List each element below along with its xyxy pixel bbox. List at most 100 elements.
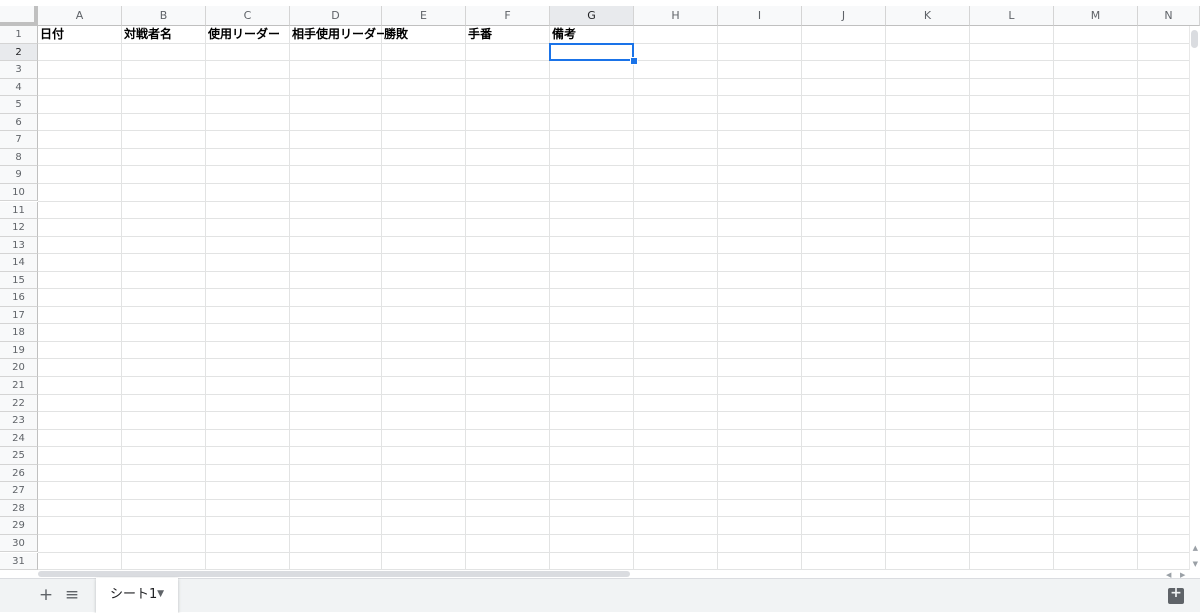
grid-row-line — [38, 446, 1190, 448]
cell-grid[interactable]: 日付 対戦者名 使用リーダー 相手使用リーダー 勝敗 手番 備考 — [38, 26, 1190, 570]
grid-column-line — [885, 26, 886, 570]
grid-row-line — [38, 130, 1190, 132]
column-header-k[interactable]: K — [886, 6, 970, 26]
row-header-1[interactable]: 1 — [0, 26, 38, 44]
row-header-4[interactable]: 4 — [0, 78, 38, 97]
grid-row-line — [38, 393, 1190, 395]
grid-row-line — [38, 533, 1190, 535]
cell-a1[interactable]: 日付 — [38, 26, 121, 44]
row-header-8[interactable]: 8 — [0, 148, 38, 167]
row-header-14[interactable]: 14 — [0, 254, 38, 272]
cell-e1[interactable]: 勝敗 — [382, 26, 465, 44]
grid-row-line — [38, 376, 1190, 377]
row-header-26[interactable]: 26 — [0, 464, 38, 483]
vertical-scroll-thumb[interactable] — [1191, 30, 1198, 48]
sheet-tab-caret-icon[interactable]: ▼ — [157, 578, 164, 611]
grid-row-line — [38, 481, 1190, 483]
column-header-n[interactable]: N — [1138, 6, 1200, 26]
grid-row-line — [38, 77, 1190, 79]
grid-column-line — [465, 26, 466, 570]
grid-row-line — [38, 95, 1190, 97]
column-header-j[interactable]: J — [802, 6, 886, 26]
cell-g1[interactable]: 備考 — [550, 26, 633, 44]
row-header-30[interactable]: 30 — [0, 534, 38, 553]
grid-column-line — [717, 26, 718, 570]
sheet-tab-1[interactable]: シート1 ▼ — [96, 578, 178, 613]
row-header-16[interactable]: 16 — [0, 289, 38, 307]
row-header-28[interactable]: 28 — [0, 499, 38, 518]
grid-row-line — [38, 358, 1190, 360]
grid-row-line — [38, 235, 1190, 237]
grid-column-line — [289, 26, 290, 570]
cell-f1[interactable]: 手番 — [466, 26, 549, 44]
grid-row-line — [38, 428, 1190, 430]
grid-row-line — [38, 463, 1190, 465]
grid-column-line — [121, 26, 122, 570]
grid-row-line — [38, 340, 1190, 342]
row-header-5[interactable]: 5 — [0, 96, 38, 114]
row-header-31[interactable]: 31 — [0, 552, 38, 571]
grid-row-line — [38, 182, 1190, 184]
column-header-f[interactable]: F — [466, 6, 550, 26]
grid-column-line — [381, 26, 382, 570]
row-header-9[interactable]: 9 — [0, 166, 38, 184]
vertical-scrollbar[interactable] — [1189, 26, 1200, 570]
scroll-up-arrow-icon[interactable]: ▲ — [1193, 544, 1198, 552]
row-header-7[interactable]: 7 — [0, 131, 38, 149]
row-header-17[interactable]: 17 — [0, 306, 38, 325]
row-header-3[interactable]: 3 — [0, 61, 38, 79]
fill-handle[interactable] — [630, 57, 638, 66]
all-sheets-list-icon[interactable]: ≡ — [61, 579, 83, 613]
row-header-21[interactable]: 21 — [0, 377, 38, 395]
column-header-l[interactable]: L — [970, 6, 1054, 26]
cell-b1[interactable]: 対戦者名 — [122, 26, 205, 44]
grid-row-line — [38, 270, 1190, 272]
grid-row-line — [38, 200, 1190, 202]
row-header-20[interactable]: 20 — [0, 359, 38, 377]
grid-row-line — [38, 112, 1190, 114]
grid-row-line — [38, 498, 1190, 500]
row-header-24[interactable]: 24 — [0, 429, 38, 448]
explore-icon[interactable] — [1168, 585, 1184, 604]
row-header-10[interactable]: 10 — [0, 183, 38, 202]
column-header-e[interactable]: E — [382, 6, 466, 26]
grid-row-line — [38, 323, 1190, 325]
sheet-tab-label: シート1 — [110, 587, 158, 602]
row-header-15[interactable]: 15 — [0, 271, 38, 290]
add-sheet-icon[interactable]: + — [35, 579, 57, 613]
grid-column-line — [1053, 26, 1054, 570]
cell-c1[interactable]: 使用リーダー — [206, 26, 289, 44]
grid-row-line — [38, 411, 1190, 413]
column-header-d[interactable]: D — [290, 6, 382, 26]
row-header-12[interactable]: 12 — [0, 219, 38, 237]
row-header-22[interactable]: 22 — [0, 394, 38, 413]
column-header-c[interactable]: C — [206, 6, 290, 26]
row-header-19[interactable]: 19 — [0, 341, 38, 360]
row-header-25[interactable]: 25 — [0, 447, 38, 465]
row-header-18[interactable]: 18 — [0, 324, 38, 342]
column-header-i[interactable]: I — [718, 6, 802, 26]
grid-column-line — [801, 26, 802, 570]
column-header-h[interactable]: H — [634, 6, 718, 26]
grid-row-line — [38, 288, 1190, 290]
select-all-corner[interactable] — [0, 6, 38, 26]
grid-row-line — [38, 305, 1190, 307]
column-header-b[interactable]: B — [122, 6, 206, 26]
column-header-a[interactable]: A — [38, 6, 122, 26]
scroll-down-arrow-icon[interactable]: ▼ — [1193, 560, 1198, 568]
grid-row-line — [38, 165, 1190, 167]
selected-cell-g2[interactable] — [549, 42, 634, 62]
row-header-2[interactable]: 2 — [0, 43, 38, 62]
row-header-29[interactable]: 29 — [0, 517, 38, 535]
horizontal-scroll-thumb[interactable] — [38, 571, 630, 577]
row-header-23[interactable]: 23 — [0, 412, 38, 430]
row-header-27[interactable]: 27 — [0, 482, 38, 500]
column-header-m[interactable]: M — [1054, 6, 1138, 26]
row-header-13[interactable]: 13 — [0, 236, 38, 255]
cell-d1[interactable]: 相手使用リーダー — [290, 26, 384, 44]
row-header-11[interactable]: 11 — [0, 201, 38, 220]
column-header-g[interactable]: G — [550, 6, 634, 26]
grid-row-line — [38, 218, 1190, 220]
row-header-6[interactable]: 6 — [0, 113, 38, 132]
grid-row-line — [38, 253, 1190, 255]
